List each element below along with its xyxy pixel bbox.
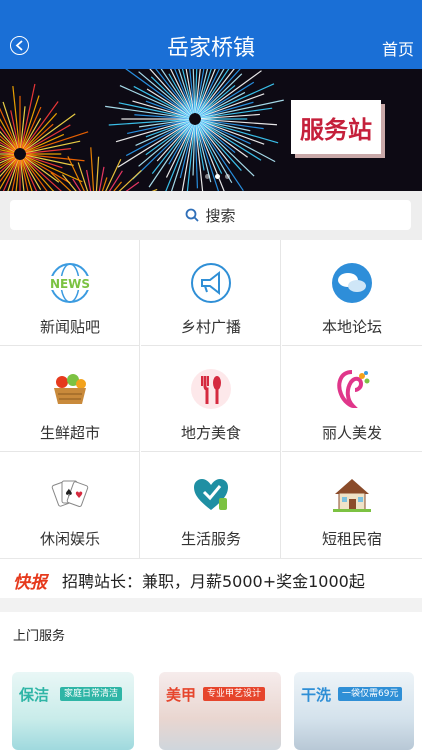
search-input[interactable]: 搜索	[10, 200, 411, 230]
megaphone-icon	[191, 263, 231, 303]
card-tag: 一袋仅需69元	[338, 687, 403, 701]
grid-item-label: 休闲娱乐	[39, 530, 100, 548]
search-label: 搜索	[205, 206, 236, 225]
heart-cleaning-icon	[194, 479, 228, 510]
grid-item-homestay[interactable]: 短租民宿	[282, 452, 422, 558]
search-icon	[186, 208, 200, 222]
grid-item-news[interactable]: NEWS 新闻贴吧	[0, 240, 140, 346]
produce-basket-icon	[54, 374, 86, 404]
card-title: 美甲	[166, 686, 197, 704]
carousel-dot	[225, 174, 230, 179]
page-title: 岳家桥镇	[166, 36, 255, 61]
card-tag: 专业甲艺设计	[203, 687, 266, 701]
service-card-nails[interactable]: 美甲 专业甲艺设计	[159, 672, 281, 750]
service-grid: NEWS 新闻贴吧 乡村广播 本地论坛 生鲜超市 地方美食 丽人美发 ♠ ♥ 休…	[0, 240, 422, 558]
section-title: 上门服务	[13, 629, 66, 644]
svg-text:♥: ♥	[75, 491, 83, 501]
grid-item-label: 短租民宿	[321, 530, 382, 548]
grid-item-broadcast[interactable]: 乡村广播	[141, 240, 281, 346]
grid-item-label: 生鲜超市	[39, 424, 100, 442]
banner-sign: 服务站	[291, 100, 381, 154]
grid-item-forum[interactable]: 本地论坛	[282, 240, 422, 346]
grid-item-label: 生活服务	[180, 530, 241, 548]
grid-item-market[interactable]: 生鲜超市	[0, 346, 140, 452]
svg-text:NEWS: NEWS	[50, 277, 90, 291]
cutlery-icon	[191, 369, 231, 409]
service-card-dry-cleaning[interactable]: 干洗 一袋仅需69元	[294, 672, 414, 750]
grid-item-life-service[interactable]: 生活服务	[141, 452, 281, 558]
beauty-portrait-icon	[337, 370, 370, 409]
grid-item-label: 地方美食	[180, 424, 241, 442]
carousel-indicators	[205, 174, 230, 179]
grid-item-label: 乡村广播	[180, 318, 241, 336]
chat-bubbles-icon	[332, 263, 372, 303]
grid-item-beauty[interactable]: 丽人美发	[282, 346, 422, 452]
news-icon: NEWS	[49, 263, 91, 303]
card-tag: 家庭日常清洁	[60, 687, 123, 701]
grid-item-leisure[interactable]: ♠ ♥ 休闲娱乐	[0, 452, 140, 558]
svg-text:♠: ♠	[65, 488, 74, 499]
grid-item-label: 新闻贴吧	[39, 318, 100, 336]
top-bar: 岳家桥镇 首页	[0, 0, 422, 69]
news-ticker[interactable]: 快报 招聘站长：兼职，月薪5000+奖金1000起	[0, 558, 422, 598]
carousel-dot	[205, 174, 210, 179]
card-title: 干洗	[301, 686, 332, 704]
carousel-dot-active	[215, 174, 220, 179]
search-area: 搜索	[0, 191, 422, 240]
service-card-cleaning[interactable]: 保洁 家庭日常清洁	[12, 672, 134, 750]
grid-item-food[interactable]: 地方美食	[141, 346, 281, 452]
home-link[interactable]: 首页	[382, 36, 414, 60]
news-badge: 快报	[13, 573, 47, 593]
news-headline: 招聘站长：兼职，月薪5000+奖金1000起	[62, 572, 365, 591]
card-title: 保洁	[19, 686, 50, 704]
playing-cards-icon: ♠ ♥	[51, 480, 89, 508]
house-icon	[333, 479, 371, 512]
banner-carousel[interactable]: 服务站	[0, 69, 422, 191]
grid-item-label: 本地论坛	[321, 318, 382, 336]
grid-item-label: 丽人美发	[321, 424, 382, 442]
